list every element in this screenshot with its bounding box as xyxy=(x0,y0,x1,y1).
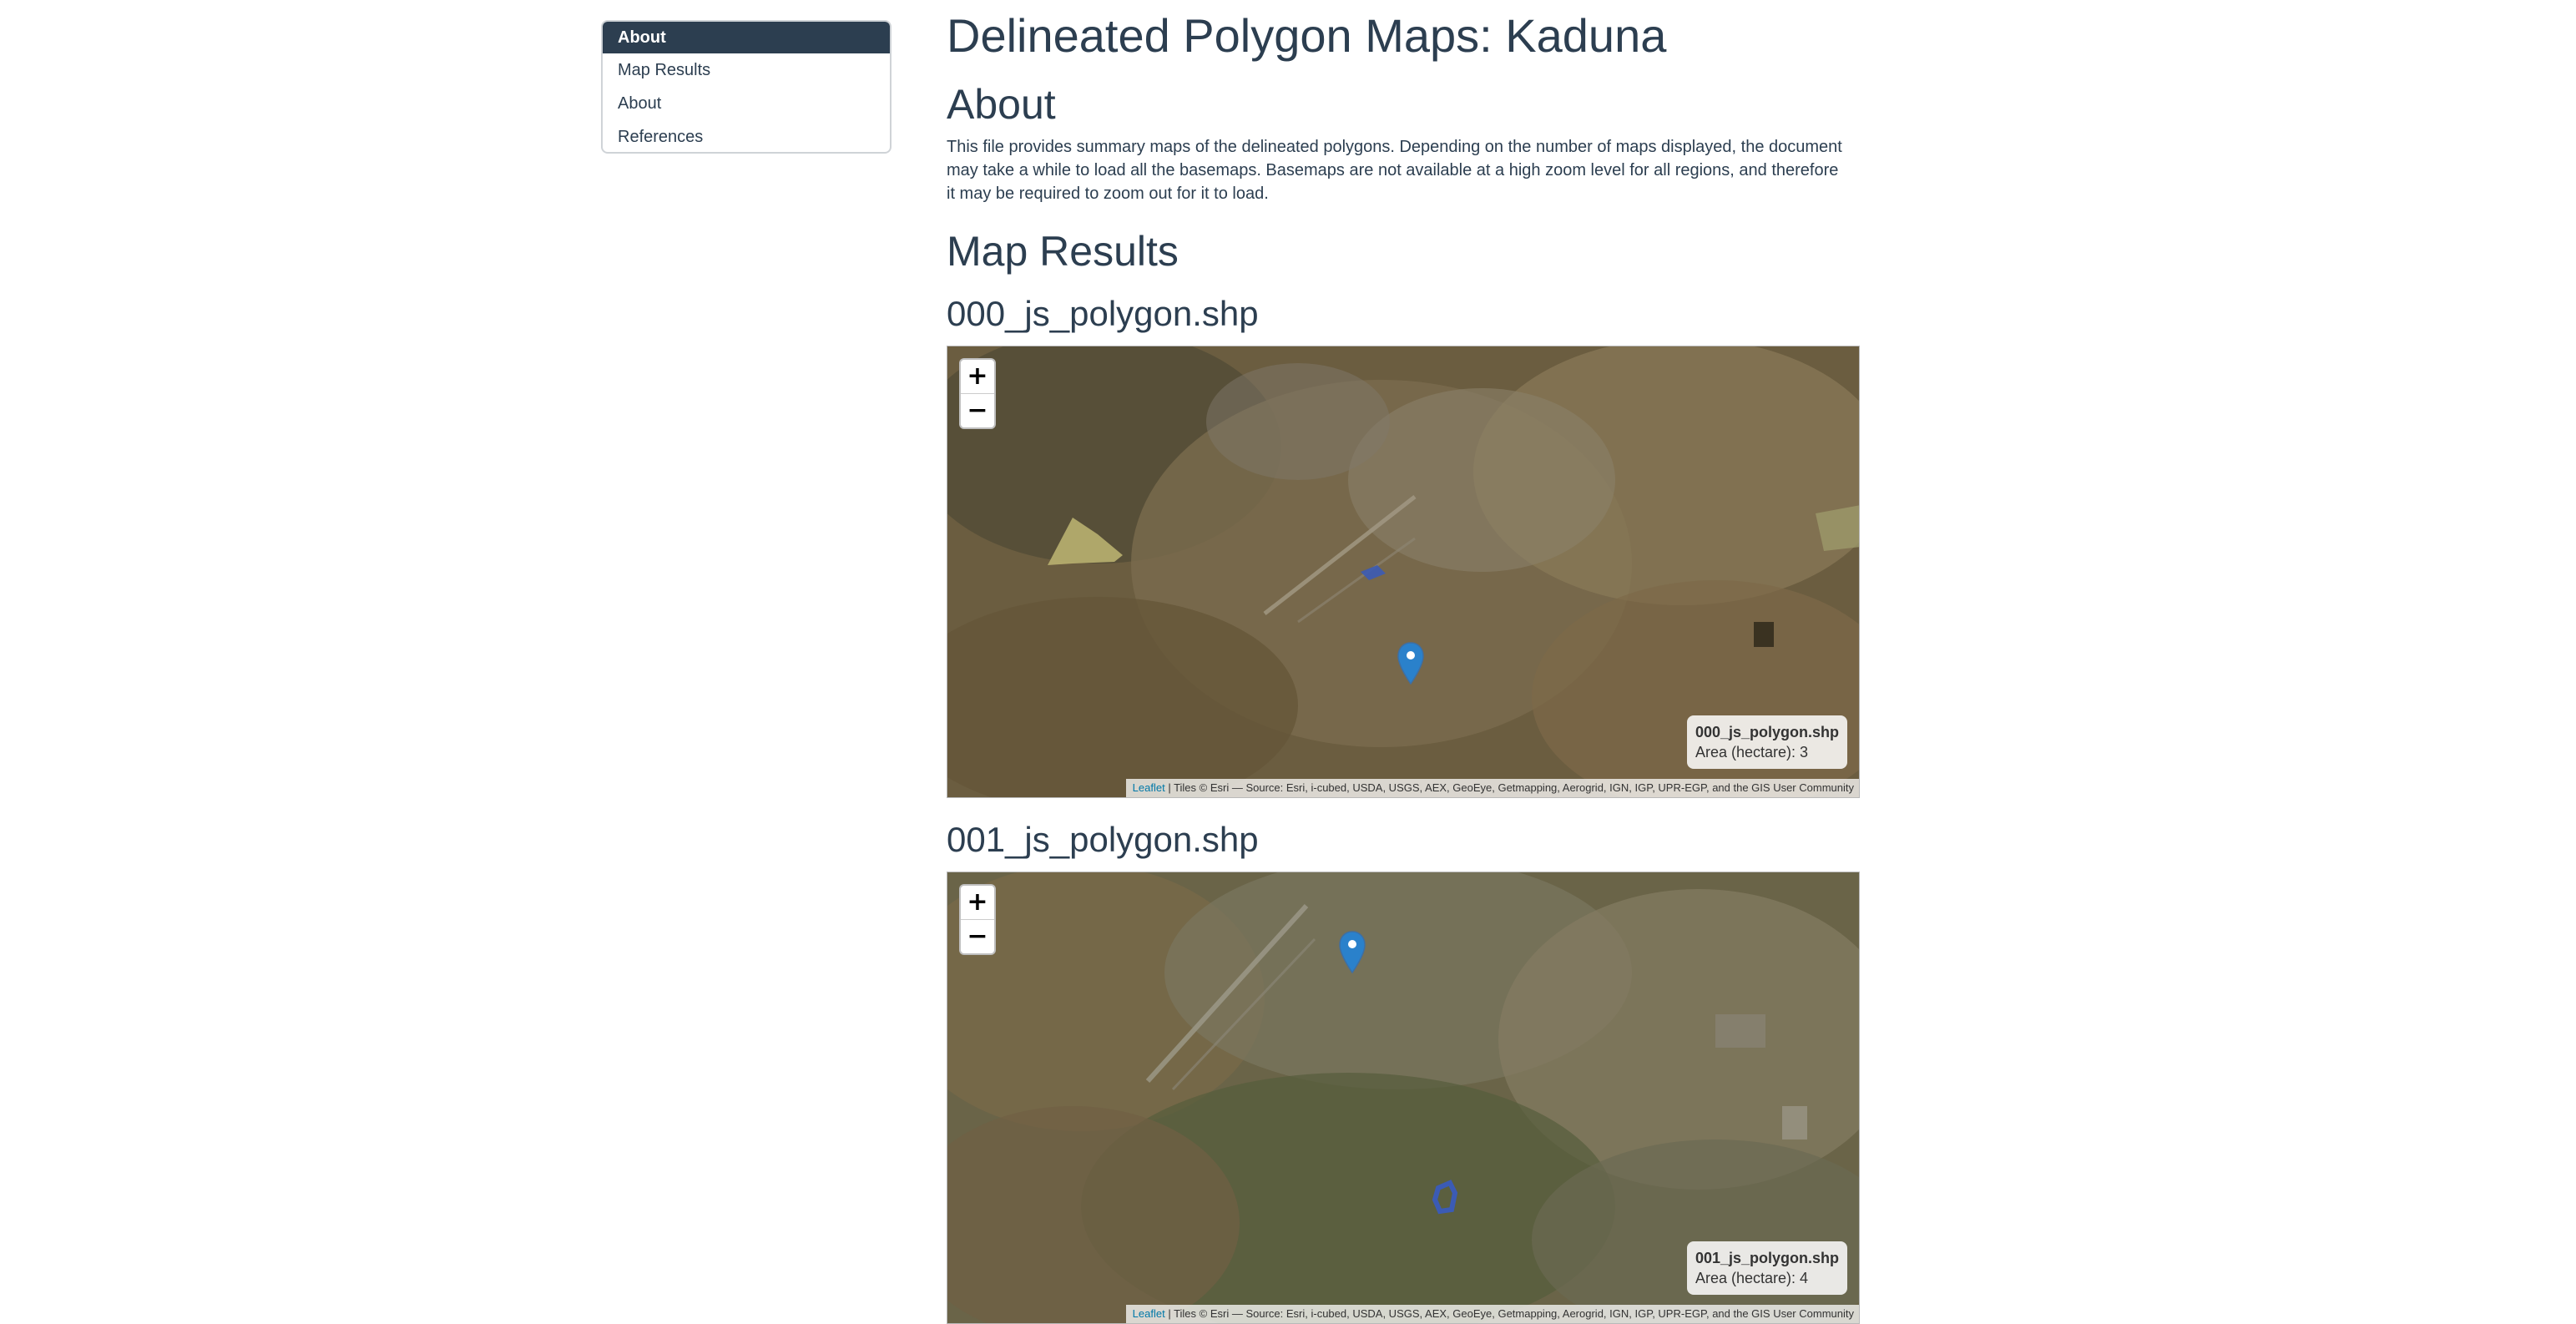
toc-item-about-2[interactable]: About xyxy=(603,87,890,120)
legend-area: Area (hectare): 3 xyxy=(1695,744,1808,761)
map-attribution: Leaflet | Tiles © Esri — Source: Esri, i… xyxy=(1125,779,1859,797)
legend-area: Area (hectare): 4 xyxy=(1695,1270,1808,1286)
map-001[interactable]: + − 001_js_polygon.shp Area (hectare): 4… xyxy=(947,872,1860,1324)
legend-title: 001_js_polygon.shp xyxy=(1695,1250,1839,1266)
about-paragraph: This file provides summary maps of the d… xyxy=(947,138,1842,203)
zoom-control: + − xyxy=(959,358,996,429)
table-of-contents: About Map Results About References xyxy=(601,20,891,154)
toc-item-map-results[interactable]: Map Results xyxy=(603,53,890,87)
page-title: Delineated Polygon Maps: Kaduna xyxy=(947,9,1667,62)
zoom-out-button[interactable]: − xyxy=(961,919,994,953)
attribution-text: | Tiles © Esri — Source: Esri, i-cubed, … xyxy=(1164,1307,1854,1320)
attribution-text: | Tiles © Esri — Source: Esri, i-cubed, … xyxy=(1164,781,1854,794)
zoom-control: + − xyxy=(959,884,996,955)
map-marker-icon[interactable] xyxy=(1338,931,1366,974)
map-000[interactable]: + − 000_js_polygon.shp Area (hectare): 3… xyxy=(947,346,1860,798)
map-title-000: 000_js_polygon.shp xyxy=(947,294,1259,333)
map-legend: 001_js_polygon.shp Area (hectare): 4 xyxy=(1686,1241,1847,1295)
zoom-in-button[interactable]: + xyxy=(961,360,994,393)
map-marker-icon[interactable] xyxy=(1397,642,1425,685)
leaflet-link[interactable]: Leaflet xyxy=(1133,1307,1165,1320)
zoom-out-button[interactable]: − xyxy=(961,393,994,427)
zoom-in-button[interactable]: + xyxy=(961,886,994,919)
map-title-001: 001_js_polygon.shp xyxy=(947,820,1259,859)
toc-item-references[interactable]: References xyxy=(603,120,890,152)
about-heading: About xyxy=(947,81,1056,128)
leaflet-link[interactable]: Leaflet xyxy=(1133,781,1165,794)
map-attribution: Leaflet | Tiles © Esri — Source: Esri, i… xyxy=(1125,1305,1859,1323)
map-results-heading: Map Results xyxy=(947,228,1179,275)
legend-title: 000_js_polygon.shp xyxy=(1695,724,1839,740)
toc-item-about[interactable]: About xyxy=(603,22,890,53)
map-legend: 000_js_polygon.shp Area (hectare): 3 xyxy=(1686,715,1847,769)
